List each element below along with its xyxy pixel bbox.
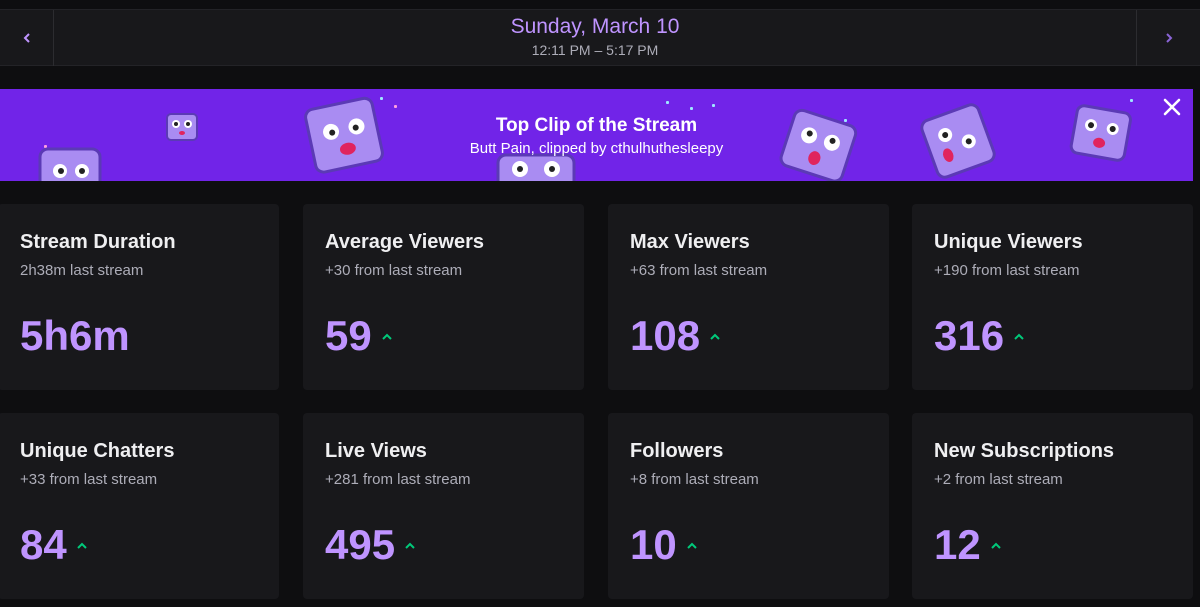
- stat-card-live-views: Live Views +281 from last stream 495: [303, 413, 584, 599]
- stat-title: New Subscriptions: [934, 440, 1115, 462]
- stat-value: 84: [20, 521, 67, 568]
- trend-up-icon: [382, 333, 392, 340]
- trend-up-icon: [991, 542, 1001, 549]
- stat-comparison: +190 from last stream: [934, 262, 1080, 279]
- stream-date: Sunday, March 10 12:11 PM – 5:17 PM: [54, 10, 1136, 66]
- chevron-right-icon: [1165, 33, 1172, 43]
- stat-comparison: +63 from last stream: [630, 262, 768, 279]
- trend-up-icon: [687, 542, 697, 549]
- stat-card-unique-viewers: Unique Viewers +190 from last stream 316: [912, 204, 1193, 390]
- stat-comparison: +2 from last stream: [934, 471, 1063, 488]
- stat-title: Unique Viewers: [934, 231, 1083, 253]
- banner-close-button[interactable]: [1161, 98, 1183, 120]
- stat-title: Stream Duration: [20, 231, 176, 253]
- stream-date-title: Sunday, March 10: [510, 15, 680, 38]
- stat-title: Unique Chatters: [20, 440, 175, 462]
- top-clip-subtitle[interactable]: Butt Pain, clipped by cthulhuthesleepy: [0, 139, 1193, 159]
- trend-up-icon: [1014, 333, 1024, 340]
- stat-value: 12: [934, 521, 981, 568]
- stream-time-range: 12:11 PM – 5:17 PM: [531, 42, 659, 58]
- stat-comparison: +30 from last stream: [325, 262, 463, 279]
- stat-comparison: +33 from last stream: [20, 471, 158, 488]
- stat-card-unique-chatters: Unique Chatters +33 from last stream 84: [0, 413, 279, 599]
- trend-up-icon: [77, 542, 87, 549]
- stat-comparison: +281 from last stream: [325, 471, 471, 488]
- stream-summary-page: Sunday, March 10 12:11 PM – 5:17 PM Top …: [0, 0, 1200, 607]
- stat-card-max-viewers: Max Viewers +63 from last stream 108: [608, 204, 889, 390]
- trend-up-icon: [710, 333, 720, 340]
- next-stream-button[interactable]: [1136, 10, 1200, 66]
- stat-title: Followers: [630, 440, 724, 462]
- stat-value: 316: [934, 312, 1005, 359]
- stat-value: 10: [630, 521, 677, 568]
- stat-title: Live Views: [325, 440, 427, 462]
- stat-title: Average Viewers: [325, 231, 484, 253]
- stat-card-followers: Followers +8 from last stream 10: [608, 413, 889, 599]
- stat-comparison: 2h38m last stream: [20, 262, 144, 279]
- close-icon: [1163, 98, 1181, 116]
- top-clip-banner[interactable]: Top Clip of the Stream Butt Pain, clippe…: [0, 89, 1193, 181]
- previous-stream-button[interactable]: [0, 10, 54, 66]
- stat-card-stream-duration: Stream Duration 2h38m last stream 5h6m: [0, 204, 279, 390]
- top-clip-info: Top Clip of the Stream Butt Pain, clippe…: [0, 114, 1193, 159]
- stat-card-average-viewers: Average Viewers +30 from last stream 59: [303, 204, 584, 390]
- top-clip-title: Top Clip of the Stream: [495, 115, 698, 136]
- stat-card-new-subscriptions: New Subscriptions +2 from last stream 12: [912, 413, 1193, 599]
- stat-title: Max Viewers: [630, 231, 750, 253]
- stat-value: 59: [325, 312, 372, 359]
- stat-value: 108: [630, 312, 701, 359]
- chevron-left-icon: [23, 33, 30, 43]
- stat-value: 495: [325, 521, 396, 568]
- date-navigator: Sunday, March 10 12:11 PM – 5:17 PM: [0, 9, 1200, 66]
- stat-comparison: +8 from last stream: [630, 471, 759, 488]
- trend-up-icon: [405, 542, 415, 549]
- stat-value: 5h6m: [20, 312, 130, 359]
